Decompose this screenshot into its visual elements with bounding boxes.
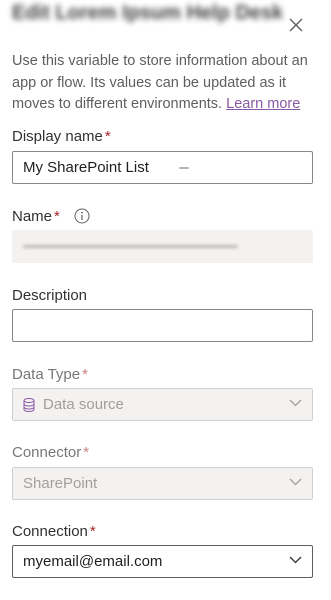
panel-description: Use this variable to store information a… [12, 51, 322, 116]
close-icon [289, 18, 303, 32]
connection-dropdown[interactable]: myemail@email.com [12, 545, 313, 578]
database-icon [23, 397, 35, 412]
required-mark: * [54, 208, 60, 225]
display-name-field[interactable]: My SharePoint List [12, 151, 313, 184]
redacted-text [178, 166, 189, 169]
data-type-value: Data source [43, 396, 124, 413]
description-label-text: Description [12, 287, 88, 304]
connector-dropdown: SharePoint [12, 467, 313, 500]
data-type-dropdown: Data source [12, 388, 313, 421]
panel-header: Edit Lorem Ipsum Help Desk [0, 0, 331, 48]
name-label-text: Name [12, 208, 53, 225]
close-button[interactable] [283, 12, 309, 38]
chevron-down-icon [289, 399, 302, 407]
name-field [12, 230, 313, 263]
info-circle-icon[interactable] [74, 208, 90, 224]
connection-label-text: Connection [12, 523, 88, 540]
chevron-down-icon [289, 478, 302, 486]
learn-more-link[interactable]: Learn more [226, 96, 300, 112]
display-name-label-text: Display name [12, 128, 103, 145]
chevron-down-icon [289, 556, 302, 564]
connector-label-text: Connector [12, 444, 82, 461]
data-type-label: Data Type * [12, 366, 88, 383]
data-type-label-text: Data Type [12, 366, 81, 383]
panel-title: Edit Lorem Ipsum Help Desk [12, 2, 282, 24]
description-field[interactable] [12, 309, 313, 342]
required-mark: * [82, 366, 88, 383]
connection-label: Connection * [12, 523, 96, 540]
redacted-name-value [23, 245, 238, 248]
required-mark: * [104, 128, 111, 145]
connector-value: SharePoint [23, 475, 98, 492]
connector-label: Connector * [12, 444, 89, 461]
required-mark: * [89, 523, 96, 540]
display-name-label: Display name * [12, 128, 111, 145]
description-label: Description [12, 287, 87, 304]
name-label: Name * [12, 208, 90, 225]
connection-value: myemail@email.com [23, 553, 163, 570]
required-mark: * [83, 444, 90, 461]
display-name-value: My SharePoint List [23, 159, 149, 176]
edit-environment-variable-panel: Edit Lorem Ipsum Help Desk Use this vari… [0, 0, 331, 600]
